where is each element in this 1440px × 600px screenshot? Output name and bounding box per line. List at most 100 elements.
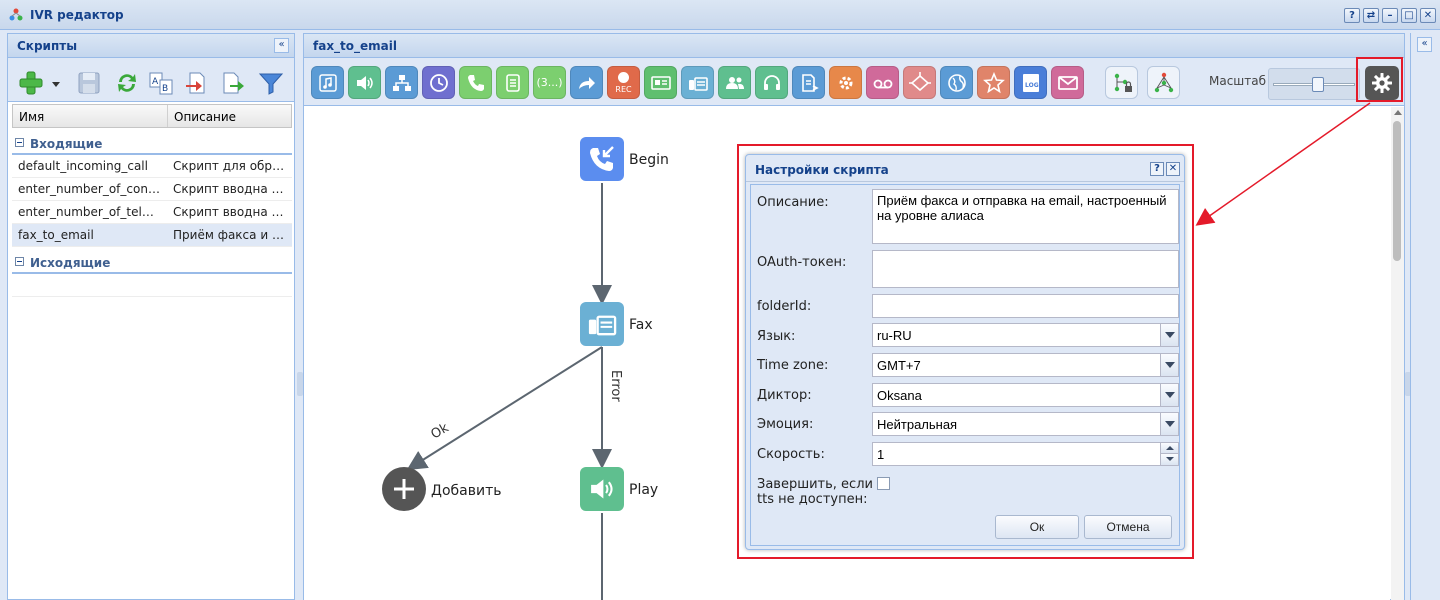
document-arrow-icon[interactable]: [792, 66, 825, 99]
dropdown-arrow-icon[interactable]: [52, 70, 60, 96]
log-label: LOG: [1025, 82, 1039, 89]
help-button[interactable]: ?: [1344, 8, 1360, 23]
condition-icon[interactable]: [903, 66, 936, 99]
group-label: Исходящие: [30, 256, 111, 270]
node-add[interactable]: [382, 467, 426, 511]
filter-icon[interactable]: [258, 70, 284, 96]
table-row[interactable]: enter_number_of_telec… Скрипт вводна но…: [12, 201, 292, 224]
document-list-icon[interactable]: [496, 66, 529, 99]
table-row[interactable]: enter_number_of_confe… Скрипт вводна но…: [12, 178, 292, 201]
fax-icon[interactable]: [681, 66, 714, 99]
chevron-down-icon[interactable]: [1160, 384, 1178, 406]
ok-button[interactable]: Ок: [995, 515, 1079, 539]
globe-icon[interactable]: [940, 66, 973, 99]
chevron-down-icon[interactable]: [1160, 413, 1178, 435]
tree-icon[interactable]: [1147, 66, 1180, 99]
description-label: Описание:: [757, 195, 829, 210]
star-icon[interactable]: [977, 66, 1010, 99]
node-fax-label: Fax: [629, 317, 653, 333]
timezone-select[interactable]: GMT+7: [872, 353, 1179, 377]
finish-tts-label-line1: Завершить, если: [757, 477, 873, 492]
emotion-value: Нейтральная: [877, 417, 958, 432]
clock-icon[interactable]: [422, 66, 455, 99]
speed-stepper[interactable]: 1: [872, 442, 1179, 466]
record-dot-icon: [618, 71, 629, 83]
timezone-value: GMT+7: [877, 358, 921, 373]
zoom-slider-thumb[interactable]: [1311, 77, 1324, 92]
group-label: Входящие: [30, 137, 103, 151]
emotion-select[interactable]: Нейтральная: [872, 412, 1179, 436]
scripts-grid-header: Имя Описание: [12, 104, 292, 128]
forward-arrow-icon[interactable]: [570, 66, 603, 99]
speed-label: Скорость:: [757, 447, 825, 462]
counter-icon[interactable]: (3...): [533, 66, 566, 99]
scrollbar-thumb[interactable]: [1393, 121, 1401, 261]
log-icon[interactable]: LOG: [1014, 66, 1047, 99]
speaker-select[interactable]: Oksana: [872, 383, 1179, 407]
chevron-down-icon[interactable]: [1160, 324, 1178, 346]
group-icon[interactable]: [718, 66, 751, 99]
node-begin[interactable]: [580, 137, 624, 181]
expand-right-button[interactable]: «: [1417, 37, 1432, 52]
node-play[interactable]: [580, 467, 624, 511]
dialog-help-button[interactable]: ?: [1150, 162, 1164, 176]
canvas-scrollbar[interactable]: [1391, 107, 1404, 600]
record-label: REC: [615, 84, 632, 94]
script-name: enter_number_of_telec…: [18, 205, 167, 219]
minimize-button[interactable]: –: [1382, 8, 1398, 23]
import-icon[interactable]: [184, 70, 210, 96]
spin-up-icon[interactable]: [1160, 443, 1178, 454]
app-logo-icon: [9, 8, 23, 21]
save-icon[interactable]: [76, 70, 102, 96]
maximize-button[interactable]: □: [1401, 8, 1417, 23]
scripts-panel-title: Скрипты: [17, 39, 78, 53]
play-sound-icon[interactable]: [348, 66, 381, 99]
window-title: IVR редактор: [30, 8, 124, 22]
group-incoming[interactable]: Входящие: [12, 132, 292, 155]
finish-tts-checkbox[interactable]: [877, 477, 890, 490]
scroll-up-arrow-icon[interactable]: [1394, 110, 1402, 115]
headset-icon[interactable]: [755, 66, 788, 99]
menu-tree-icon[interactable]: [385, 66, 418, 99]
close-button[interactable]: ✕: [1420, 8, 1436, 23]
script-description: Скрипт вводна но…: [173, 182, 292, 196]
oauth-label: OAuth-токен:: [757, 255, 847, 270]
scripts-panel: Скрипты « A B Имя Описание Входящие defa…: [7, 33, 295, 600]
mail-icon[interactable]: [1051, 66, 1084, 99]
settings-icon[interactable]: [829, 66, 862, 99]
collapse-group-icon[interactable]: [15, 257, 24, 266]
group-outgoing[interactable]: Исходящие: [12, 251, 292, 274]
dialog-close-button[interactable]: ✕: [1166, 162, 1180, 176]
voicemail-icon[interactable]: [866, 66, 899, 99]
description-field[interactable]: Приём факса и отправка на email, настрое…: [872, 189, 1179, 244]
spin-down-icon[interactable]: [1160, 454, 1178, 465]
folder-id-field[interactable]: [872, 294, 1179, 318]
node-fax[interactable]: [580, 302, 624, 346]
collapse-group-icon[interactable]: [15, 138, 24, 147]
rename-icon[interactable]: A B: [148, 70, 174, 96]
record-icon[interactable]: REC: [607, 66, 640, 99]
zoom-slider[interactable]: [1268, 68, 1360, 100]
table-row[interactable]: default_incoming_call Скрипт для обраб…: [12, 155, 292, 178]
cancel-button[interactable]: Отмена: [1084, 515, 1172, 539]
refresh-icon[interactable]: [114, 70, 140, 96]
music-icon[interactable]: [311, 66, 344, 99]
right-collapsed-panel: «: [1410, 33, 1440, 600]
add-icon[interactable]: [18, 70, 44, 96]
finish-tts-label-line2: tts не доступен:: [757, 492, 868, 507]
oauth-field[interactable]: [872, 250, 1179, 288]
editor-header: fax_to_email: [304, 34, 1404, 58]
phone-icon[interactable]: [459, 66, 492, 99]
language-select[interactable]: ru-RU: [872, 323, 1179, 347]
chevron-down-icon[interactable]: [1160, 354, 1178, 376]
collapse-left-button[interactable]: «: [274, 38, 289, 53]
export-icon[interactable]: [220, 70, 246, 96]
table-row-selected[interactable]: fax_to_email Приём факса и от…: [12, 224, 292, 247]
card-icon[interactable]: [644, 66, 677, 99]
locked-tree-icon[interactable]: [1105, 66, 1138, 99]
column-header-description[interactable]: Описание: [168, 105, 242, 127]
column-header-name[interactable]: Имя: [13, 105, 168, 127]
switch-button[interactable]: ⇄: [1363, 8, 1379, 23]
language-value: ru-RU: [877, 328, 912, 343]
script-description: Скрипт для обраб…: [173, 159, 292, 173]
